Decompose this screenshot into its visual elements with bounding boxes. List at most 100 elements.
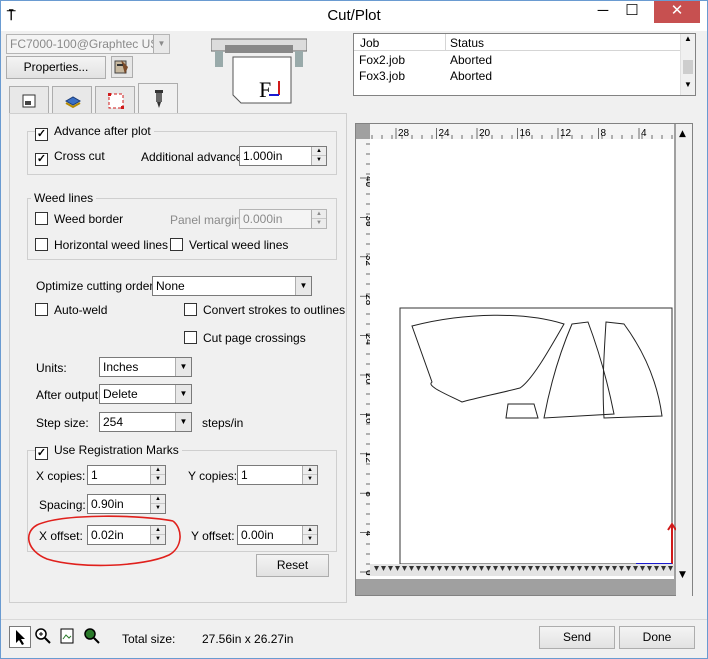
zoom-fit-icon	[84, 628, 100, 644]
additional-advance-label: Additional advance:	[141, 150, 246, 164]
job-status: Aborted	[450, 53, 493, 67]
spacing-value: 0.90in	[91, 497, 124, 511]
scroll-up-icon[interactable]: ▲	[681, 34, 695, 46]
job-list-header: Job Status	[354, 34, 680, 51]
spinner-arrows-icon[interactable]: ▲ ▼	[150, 495, 165, 513]
weed-lines-legend: Weed lines	[31, 191, 97, 205]
arrow-pointer-icon	[16, 630, 25, 645]
after-output-label: After output:	[36, 388, 102, 402]
checkbox-empty-icon	[170, 238, 183, 251]
advance-after-plot-checkbox[interactable]: ✓ Advance after plot	[35, 124, 154, 141]
check-icon: ✓	[35, 128, 48, 141]
convert-strokes-checkbox[interactable]: Convert strokes to outlines	[184, 303, 345, 317]
reset-button[interactable]: Reset	[256, 554, 329, 577]
chevron-down-icon: ▼	[153, 35, 169, 53]
scroll-down-icon[interactable]: ▼	[681, 80, 695, 89]
tab-material[interactable]	[52, 86, 92, 113]
after-output-select[interactable]: Delete ▼	[99, 384, 192, 404]
send-button[interactable]: Send	[539, 626, 615, 649]
annotation-circle	[27, 515, 181, 567]
cross-cut-checkbox[interactable]: ✓ Cross cut	[35, 149, 105, 166]
checkbox-empty-icon	[184, 331, 197, 344]
convert-strokes-label: Convert strokes to outlines	[203, 303, 346, 317]
additional-advance-input[interactable]: 1.000in ▲ ▼	[239, 146, 327, 166]
ruler-label: 12	[560, 128, 572, 139]
svg-text:▲: ▲	[679, 129, 686, 139]
panel-margin-input[interactable]: 0.000in ▲ ▼	[239, 209, 327, 229]
units-label: Units:	[36, 361, 67, 375]
cut-preview[interactable]: 28 24 20 16 12 8 4 40 36 32 28 24 20 16 12 8 4 0 ▲ ▼	[355, 123, 693, 597]
checkbox-empty-icon	[35, 303, 48, 316]
optimize-cutting-order-label: Optimize cutting order:	[36, 279, 157, 293]
use-registration-marks-checkbox[interactable]: ✓ Use Registration Marks	[35, 443, 182, 460]
zoom-tool-button[interactable]	[33, 626, 55, 648]
y-copies-label: Y copies:	[188, 469, 238, 483]
ruler-label: 20	[479, 128, 491, 139]
vertical-weed-lines-checkbox[interactable]: Vertical weed lines	[170, 238, 288, 252]
x-copies-label: X copies:	[36, 469, 86, 483]
auto-weld-checkbox[interactable]: Auto-weld	[35, 303, 107, 317]
properties-button[interactable]: Properties...	[6, 56, 106, 79]
close-button[interactable]: ✕	[654, 1, 700, 23]
tab-tool[interactable]	[138, 83, 178, 114]
title-bar[interactable]: ⍑ Cut/Plot ─ ☐ ✕	[1, 1, 707, 31]
optimize-cutting-order-select[interactable]: None ▼	[152, 276, 312, 296]
minimize-button[interactable]: ─	[589, 1, 617, 23]
x-copies-input[interactable]: 1 ▲ ▼	[87, 465, 166, 485]
tab-registration[interactable]	[95, 86, 135, 113]
chevron-down-icon: ▼	[175, 385, 191, 403]
check-icon: ✓	[35, 447, 48, 460]
step-size-label: Step size:	[36, 416, 89, 430]
plotter-illustration: F	[210, 33, 308, 109]
blade-tool-icon	[155, 90, 163, 108]
device-select[interactable]: FC7000-100@Graphtec USB ▼	[6, 34, 170, 54]
y-offset-input[interactable]: 0.00in ▲ ▼	[237, 525, 318, 545]
done-button[interactable]: Done	[619, 626, 695, 649]
step-size-select[interactable]: 254 ▼	[99, 412, 192, 432]
spinner-arrows-icon[interactable]: ▲ ▼	[150, 466, 165, 484]
ruler-label: 24	[439, 128, 451, 139]
spinner-arrows-icon[interactable]: ▲ ▼	[302, 526, 317, 544]
spacing-input[interactable]: 0.90in ▲ ▼	[87, 494, 166, 514]
cut-page-crossings-checkbox[interactable]: Cut page crossings	[184, 331, 306, 345]
select-tool-button[interactable]	[9, 626, 31, 648]
y-offset-value: 0.00in	[241, 528, 274, 542]
job-column-header[interactable]: Job	[360, 36, 379, 50]
horizontal-weed-lines-checkbox[interactable]: Horizontal weed lines	[35, 238, 168, 252]
zoom-page-button[interactable]	[57, 626, 79, 648]
zoom-fit-button[interactable]	[81, 626, 103, 648]
weed-border-checkbox[interactable]: Weed border	[35, 212, 123, 226]
y-copies-input[interactable]: 1 ▲ ▼	[237, 465, 318, 485]
ruler-label: 28	[398, 128, 410, 139]
checkbox-empty-icon	[184, 303, 197, 316]
spinner-arrows-icon[interactable]: ▲ ▼	[302, 466, 317, 484]
spinner-arrows-icon[interactable]: ▲ ▼	[311, 147, 326, 165]
cross-cut-label: Cross cut	[54, 149, 105, 163]
spinner-arrows-icon[interactable]: ▲ ▼	[311, 210, 326, 228]
step-size-unit: steps/in	[202, 416, 244, 430]
registration-marks-icon	[108, 93, 124, 109]
panel-margin-value: 0.000in	[243, 212, 283, 226]
job-name: Fox2.job	[359, 53, 406, 67]
tab-layout[interactable]	[9, 86, 49, 113]
chevron-down-icon: ▼	[295, 277, 311, 295]
status-column-header[interactable]: Status	[450, 36, 484, 50]
checkbox-empty-icon	[35, 212, 48, 225]
job-list-scrollbar[interactable]: ▲ ▼	[680, 34, 695, 95]
table-row[interactable]: Fox3.job Aborted	[354, 69, 680, 84]
ruler-label: 8	[601, 128, 607, 139]
layout-icon	[22, 94, 36, 108]
auto-weld-label: Auto-weld	[54, 303, 108, 317]
ruler-label: 16	[520, 128, 532, 139]
table-row[interactable]: Fox2.job Aborted	[354, 53, 680, 68]
units-select[interactable]: Inches ▼	[99, 357, 192, 377]
maximize-button[interactable]: ☐	[618, 1, 646, 23]
units-value: Inches	[103, 360, 139, 374]
total-size-value: 27.56in x 26.27in	[202, 632, 294, 646]
job-name: Fox3.job	[359, 69, 406, 83]
spacing-label: Spacing:	[39, 498, 86, 512]
job-list[interactable]: Job Status Fox2.job Aborted Fox3.job Abo…	[353, 33, 696, 96]
scroll-thumb[interactable]	[683, 60, 693, 74]
panel-margin-label: Panel margin:	[170, 213, 245, 227]
device-settings-button[interactable]	[111, 56, 133, 78]
